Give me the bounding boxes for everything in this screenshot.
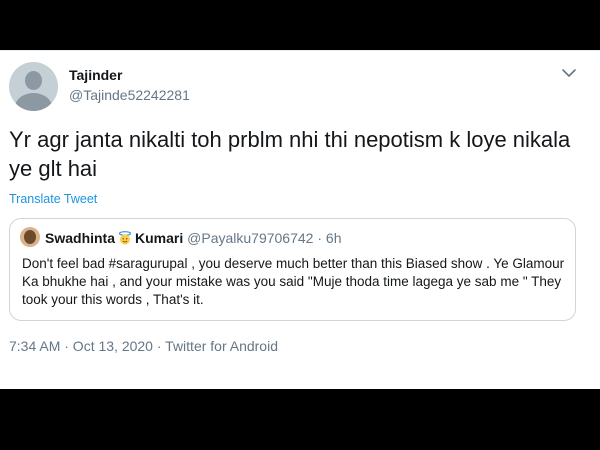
quoted-name-part1: Swadhinta	[45, 230, 116, 246]
tweet-timestamp[interactable]: 7:34 AM · Oct 13, 2020 · Twitter for And…	[9, 338, 278, 354]
quoted-text: Don't feel bad #saragurupal , you deserv…	[22, 256, 565, 307]
tweet-text: Yr agr janta nikalti toh prblm nhi thi n…	[9, 127, 571, 181]
quoted-handle: @Payalku79706742	[187, 230, 314, 246]
avatar-body-shape	[15, 93, 52, 111]
quoted-avatar	[20, 227, 40, 247]
author-handle[interactable]: @Tajinde52242281	[69, 87, 190, 103]
smiling-face-with-halo-icon	[118, 231, 132, 245]
avatar-head-shape	[25, 71, 42, 90]
translate-tweet-link[interactable]: Translate Tweet	[9, 192, 97, 206]
avatar[interactable]	[9, 62, 58, 111]
chevron-down-icon[interactable]	[561, 66, 577, 80]
quoted-time: 6h	[325, 230, 342, 246]
quoted-header: Swadhinta Kumari @Payalku79706742 · 6h	[45, 230, 341, 246]
quoted-name-part2: Kumari	[135, 230, 184, 246]
author-display-name[interactable]: Tajinder	[69, 67, 122, 83]
quoted-avatar-figure	[24, 230, 36, 244]
top-divider	[0, 50, 600, 51]
quoted-separator: ·	[317, 230, 323, 246]
